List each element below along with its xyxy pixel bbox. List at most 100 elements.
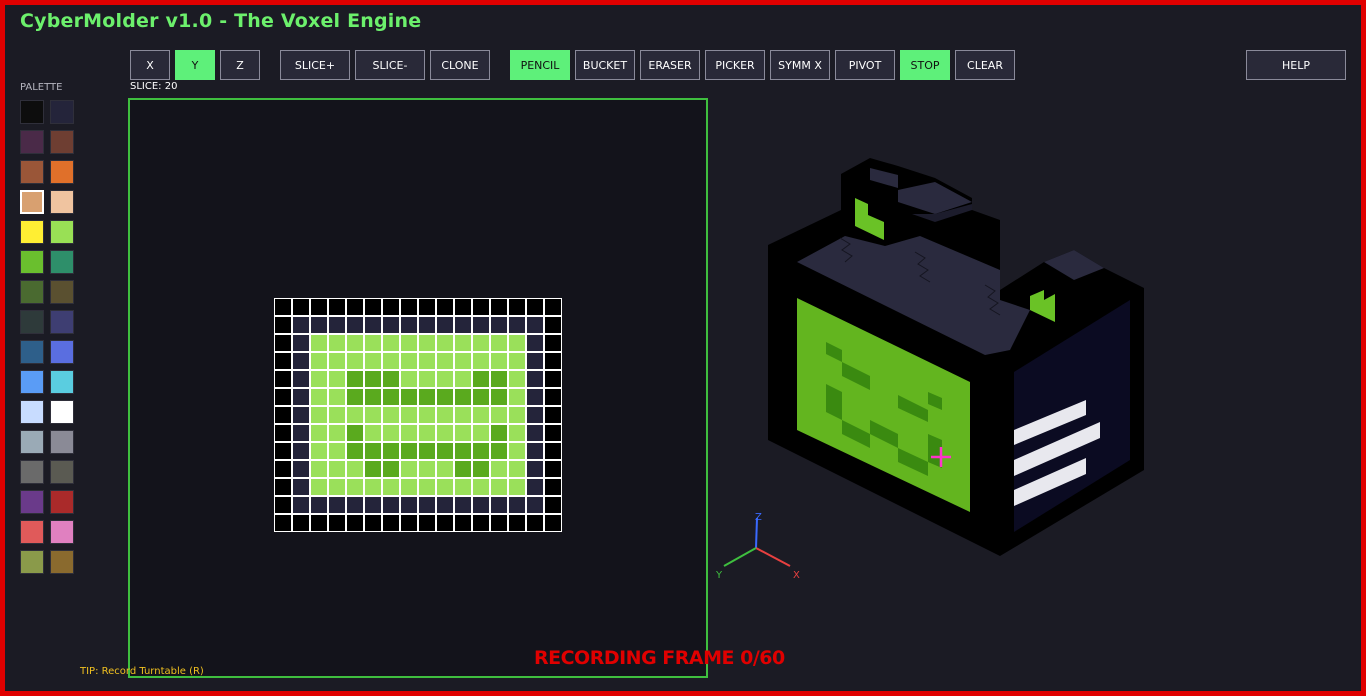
voxel-cell[interactable] bbox=[292, 442, 310, 460]
voxel-cell[interactable] bbox=[328, 514, 346, 532]
voxel-cell[interactable] bbox=[472, 406, 490, 424]
voxel-cell[interactable] bbox=[454, 334, 472, 352]
voxel-cell[interactable] bbox=[382, 460, 400, 478]
voxel-cell[interactable] bbox=[382, 370, 400, 388]
voxel-cell[interactable] bbox=[526, 316, 544, 334]
voxel-cell[interactable] bbox=[292, 388, 310, 406]
voxel-cell[interactable] bbox=[418, 370, 436, 388]
voxel-cell[interactable] bbox=[490, 406, 508, 424]
voxel-cell[interactable] bbox=[436, 316, 454, 334]
voxel-cell[interactable] bbox=[382, 298, 400, 316]
voxel-cell[interactable] bbox=[490, 388, 508, 406]
voxel-cell[interactable] bbox=[292, 496, 310, 514]
voxel-cell[interactable] bbox=[418, 406, 436, 424]
voxel-cell[interactable] bbox=[508, 334, 526, 352]
voxel-cell[interactable] bbox=[346, 424, 364, 442]
voxel-cell[interactable] bbox=[472, 316, 490, 334]
palette-swatch[interactable] bbox=[50, 400, 74, 424]
voxel-cell[interactable] bbox=[472, 442, 490, 460]
voxel-cell[interactable] bbox=[274, 334, 292, 352]
voxel-cell[interactable] bbox=[310, 334, 328, 352]
palette-swatch[interactable] bbox=[20, 280, 44, 304]
voxel-cell[interactable] bbox=[310, 424, 328, 442]
voxel-cell[interactable] bbox=[364, 460, 382, 478]
voxel-cell[interactable] bbox=[526, 388, 544, 406]
voxel-cell[interactable] bbox=[472, 352, 490, 370]
voxel-cell[interactable] bbox=[292, 370, 310, 388]
voxel-cell[interactable] bbox=[418, 334, 436, 352]
voxel-cell[interactable] bbox=[544, 460, 562, 478]
voxel-cell[interactable] bbox=[454, 478, 472, 496]
voxel-cell[interactable] bbox=[310, 316, 328, 334]
voxel-cell[interactable] bbox=[454, 352, 472, 370]
voxel-cell[interactable] bbox=[274, 478, 292, 496]
voxel-cell[interactable] bbox=[418, 496, 436, 514]
voxel-cell[interactable] bbox=[382, 442, 400, 460]
voxel-cell[interactable] bbox=[274, 514, 292, 532]
voxel-cell[interactable] bbox=[382, 352, 400, 370]
voxel-cell[interactable] bbox=[544, 406, 562, 424]
voxel-cell[interactable] bbox=[346, 460, 364, 478]
voxel-cell[interactable] bbox=[400, 370, 418, 388]
voxel-cell[interactable] bbox=[292, 424, 310, 442]
axis-z-button[interactable]: Z bbox=[220, 50, 260, 80]
voxel-cell[interactable] bbox=[436, 298, 454, 316]
voxel-cell[interactable] bbox=[400, 352, 418, 370]
clear-button[interactable]: CLEAR bbox=[955, 50, 1015, 80]
voxel-cell[interactable] bbox=[454, 406, 472, 424]
voxel-cell[interactable] bbox=[292, 514, 310, 532]
palette-swatch[interactable] bbox=[20, 340, 44, 364]
voxel-cell[interactable] bbox=[346, 478, 364, 496]
palette-swatch[interactable] bbox=[20, 550, 44, 574]
voxel-cell[interactable] bbox=[382, 316, 400, 334]
voxel-cell[interactable] bbox=[364, 514, 382, 532]
voxel-cell[interactable] bbox=[490, 334, 508, 352]
voxel-cell[interactable] bbox=[382, 496, 400, 514]
voxel-cell[interactable] bbox=[364, 352, 382, 370]
voxel-cell[interactable] bbox=[490, 442, 508, 460]
voxel-cell[interactable] bbox=[544, 370, 562, 388]
voxel-cell[interactable] bbox=[418, 316, 436, 334]
voxel-cell[interactable] bbox=[526, 442, 544, 460]
palette-swatch[interactable] bbox=[50, 430, 74, 454]
voxel-cell[interactable] bbox=[490, 370, 508, 388]
voxel-cell[interactable] bbox=[544, 442, 562, 460]
palette-swatch[interactable] bbox=[20, 310, 44, 334]
voxel-cell[interactable] bbox=[274, 298, 292, 316]
voxel-cell[interactable] bbox=[490, 496, 508, 514]
voxel-cell[interactable] bbox=[382, 388, 400, 406]
voxel-cell[interactable] bbox=[454, 316, 472, 334]
voxel-cell[interactable] bbox=[364, 298, 382, 316]
voxel-cell[interactable] bbox=[544, 316, 562, 334]
voxel-cell[interactable] bbox=[544, 496, 562, 514]
voxel-cell[interactable] bbox=[508, 442, 526, 460]
voxel-cell[interactable] bbox=[400, 442, 418, 460]
voxel-cell[interactable] bbox=[544, 388, 562, 406]
voxel-cell[interactable] bbox=[364, 442, 382, 460]
voxel-cell[interactable] bbox=[328, 460, 346, 478]
voxel-cell[interactable] bbox=[472, 496, 490, 514]
voxel-cell[interactable] bbox=[292, 352, 310, 370]
voxel-cell[interactable] bbox=[346, 352, 364, 370]
palette-swatch[interactable] bbox=[20, 460, 44, 484]
palette-swatch[interactable] bbox=[20, 220, 44, 244]
voxel-cell[interactable] bbox=[400, 496, 418, 514]
voxel-cell[interactable] bbox=[454, 442, 472, 460]
voxel-cell[interactable] bbox=[400, 406, 418, 424]
voxel-cell[interactable] bbox=[508, 478, 526, 496]
voxel-cell[interactable] bbox=[400, 316, 418, 334]
voxel-cell[interactable] bbox=[328, 442, 346, 460]
voxel-cell[interactable] bbox=[436, 334, 454, 352]
voxel-cell[interactable] bbox=[526, 478, 544, 496]
pivot-button[interactable]: PIVOT bbox=[835, 50, 895, 80]
3d-viewport[interactable] bbox=[710, 98, 1360, 678]
voxel-cell[interactable] bbox=[436, 478, 454, 496]
voxel-cell[interactable] bbox=[274, 406, 292, 424]
palette-swatch[interactable] bbox=[50, 490, 74, 514]
voxel-cell[interactable] bbox=[454, 370, 472, 388]
voxel-cell[interactable] bbox=[418, 442, 436, 460]
palette-swatch[interactable] bbox=[20, 130, 44, 154]
voxel-cell[interactable] bbox=[490, 298, 508, 316]
voxel-cell[interactable] bbox=[364, 334, 382, 352]
voxel-cell[interactable] bbox=[490, 514, 508, 532]
